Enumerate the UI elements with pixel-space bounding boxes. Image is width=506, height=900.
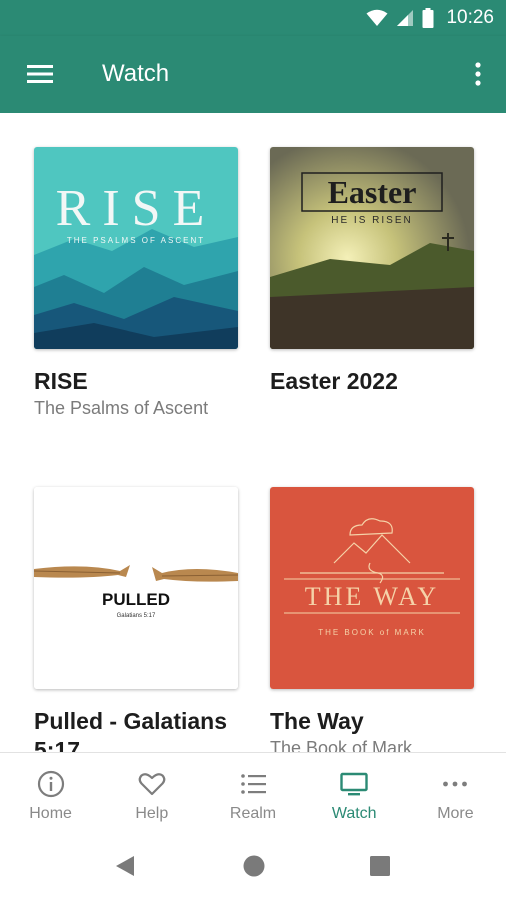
rise-tagline: THE PSALMS OF ASCENT: [67, 236, 205, 245]
series-title: The Way: [270, 708, 364, 734]
series-subtitle: The Book of Mark: [270, 738, 413, 752]
nav-label: Home: [29, 805, 72, 822]
system-navigation-bar: [0, 832, 506, 900]
nav-item-realm[interactable]: Realm: [202, 753, 303, 832]
nav-item-help[interactable]: Help: [101, 753, 202, 832]
easter-headline: Easter: [328, 174, 417, 210]
nav-item-home[interactable]: Home: [0, 753, 101, 832]
series-thumbnail-rise[interactable]: RISE THE PSALMS OF ASCENT: [34, 147, 238, 349]
home-icon[interactable]: [242, 854, 266, 878]
series-card-easter[interactable]: Easter HE IS RISEN Easter 2022: [270, 147, 474, 398]
series-thumbnail-the-way[interactable]: THE WAY THE BOOK of MARK: [270, 487, 474, 689]
nav-label: Watch: [331, 805, 377, 822]
pulled-tagline: Galatians 5:17: [117, 613, 156, 619]
status-bar: 10:26: [0, 0, 506, 36]
pulled-headline: PULLED: [102, 590, 170, 609]
the-way-artwork: THE WAY THE BOOK of MARK: [270, 487, 474, 689]
the-way-headline: THE WAY: [305, 582, 439, 611]
tv-icon: [340, 772, 368, 796]
series-subtitle: The Psalms of Ascent: [34, 398, 209, 418]
hamburger-menu-icon[interactable]: [26, 62, 54, 86]
nav-label: Help: [135, 805, 169, 822]
clock: 10:26: [446, 7, 494, 28]
list-icon: [241, 774, 266, 794]
nav-label: More: [437, 805, 474, 822]
page-title: Watch: [102, 60, 170, 87]
series-grid: RISE THE PSALMS OF ASCENT RISE The Psalm…: [0, 113, 506, 752]
pulled-artwork: PULLED Galatians 5:17: [34, 487, 238, 689]
recents-icon[interactable]: [369, 854, 391, 878]
app-bar: Watch: [0, 36, 506, 113]
bottom-navigation: Home Help Realm Watch More: [0, 752, 506, 832]
series-card-pulled[interactable]: PULLED Galatians 5:17 Pulled - Galatians…: [34, 487, 238, 752]
easter-tagline: HE IS RISEN: [331, 215, 412, 226]
rise-headline: RISE: [56, 180, 217, 237]
nav-item-watch[interactable]: Watch: [304, 753, 405, 832]
series-thumbnail-pulled[interactable]: PULLED Galatians 5:17: [34, 487, 238, 689]
wifi-icon: [366, 9, 388, 26]
more-vertical-icon[interactable]: [472, 60, 484, 90]
series-title: Easter 2022: [270, 368, 398, 394]
nav-item-more[interactable]: More: [405, 753, 506, 832]
battery-icon: [422, 8, 434, 28]
rise-artwork: RISE THE PSALMS OF ASCENT: [34, 147, 238, 349]
series-title: RISE: [34, 368, 88, 394]
back-icon[interactable]: [114, 854, 136, 878]
more-horizontal-icon: [443, 781, 468, 787]
heart-icon: [138, 773, 166, 796]
info-circle-icon: [37, 770, 64, 798]
the-way-tagline: THE BOOK of MARK: [318, 628, 426, 637]
nav-label: Realm: [229, 805, 277, 822]
series-card-rise[interactable]: RISE THE PSALMS OF ASCENT RISE The Psalm…: [34, 147, 238, 419]
cell-signal-icon: [397, 10, 414, 26]
easter-artwork: Easter HE IS RISEN: [270, 147, 474, 349]
series-card-the-way[interactable]: THE WAY THE BOOK of MARK The Way The Boo…: [270, 487, 474, 752]
screen: 10:26 Watch RISE THE PSALMS OF ASCENT RI…: [0, 0, 506, 900]
series-title: Pulled - Galatians 5:17: [34, 708, 227, 752]
series-thumbnail-easter[interactable]: Easter HE IS RISEN: [270, 147, 474, 349]
